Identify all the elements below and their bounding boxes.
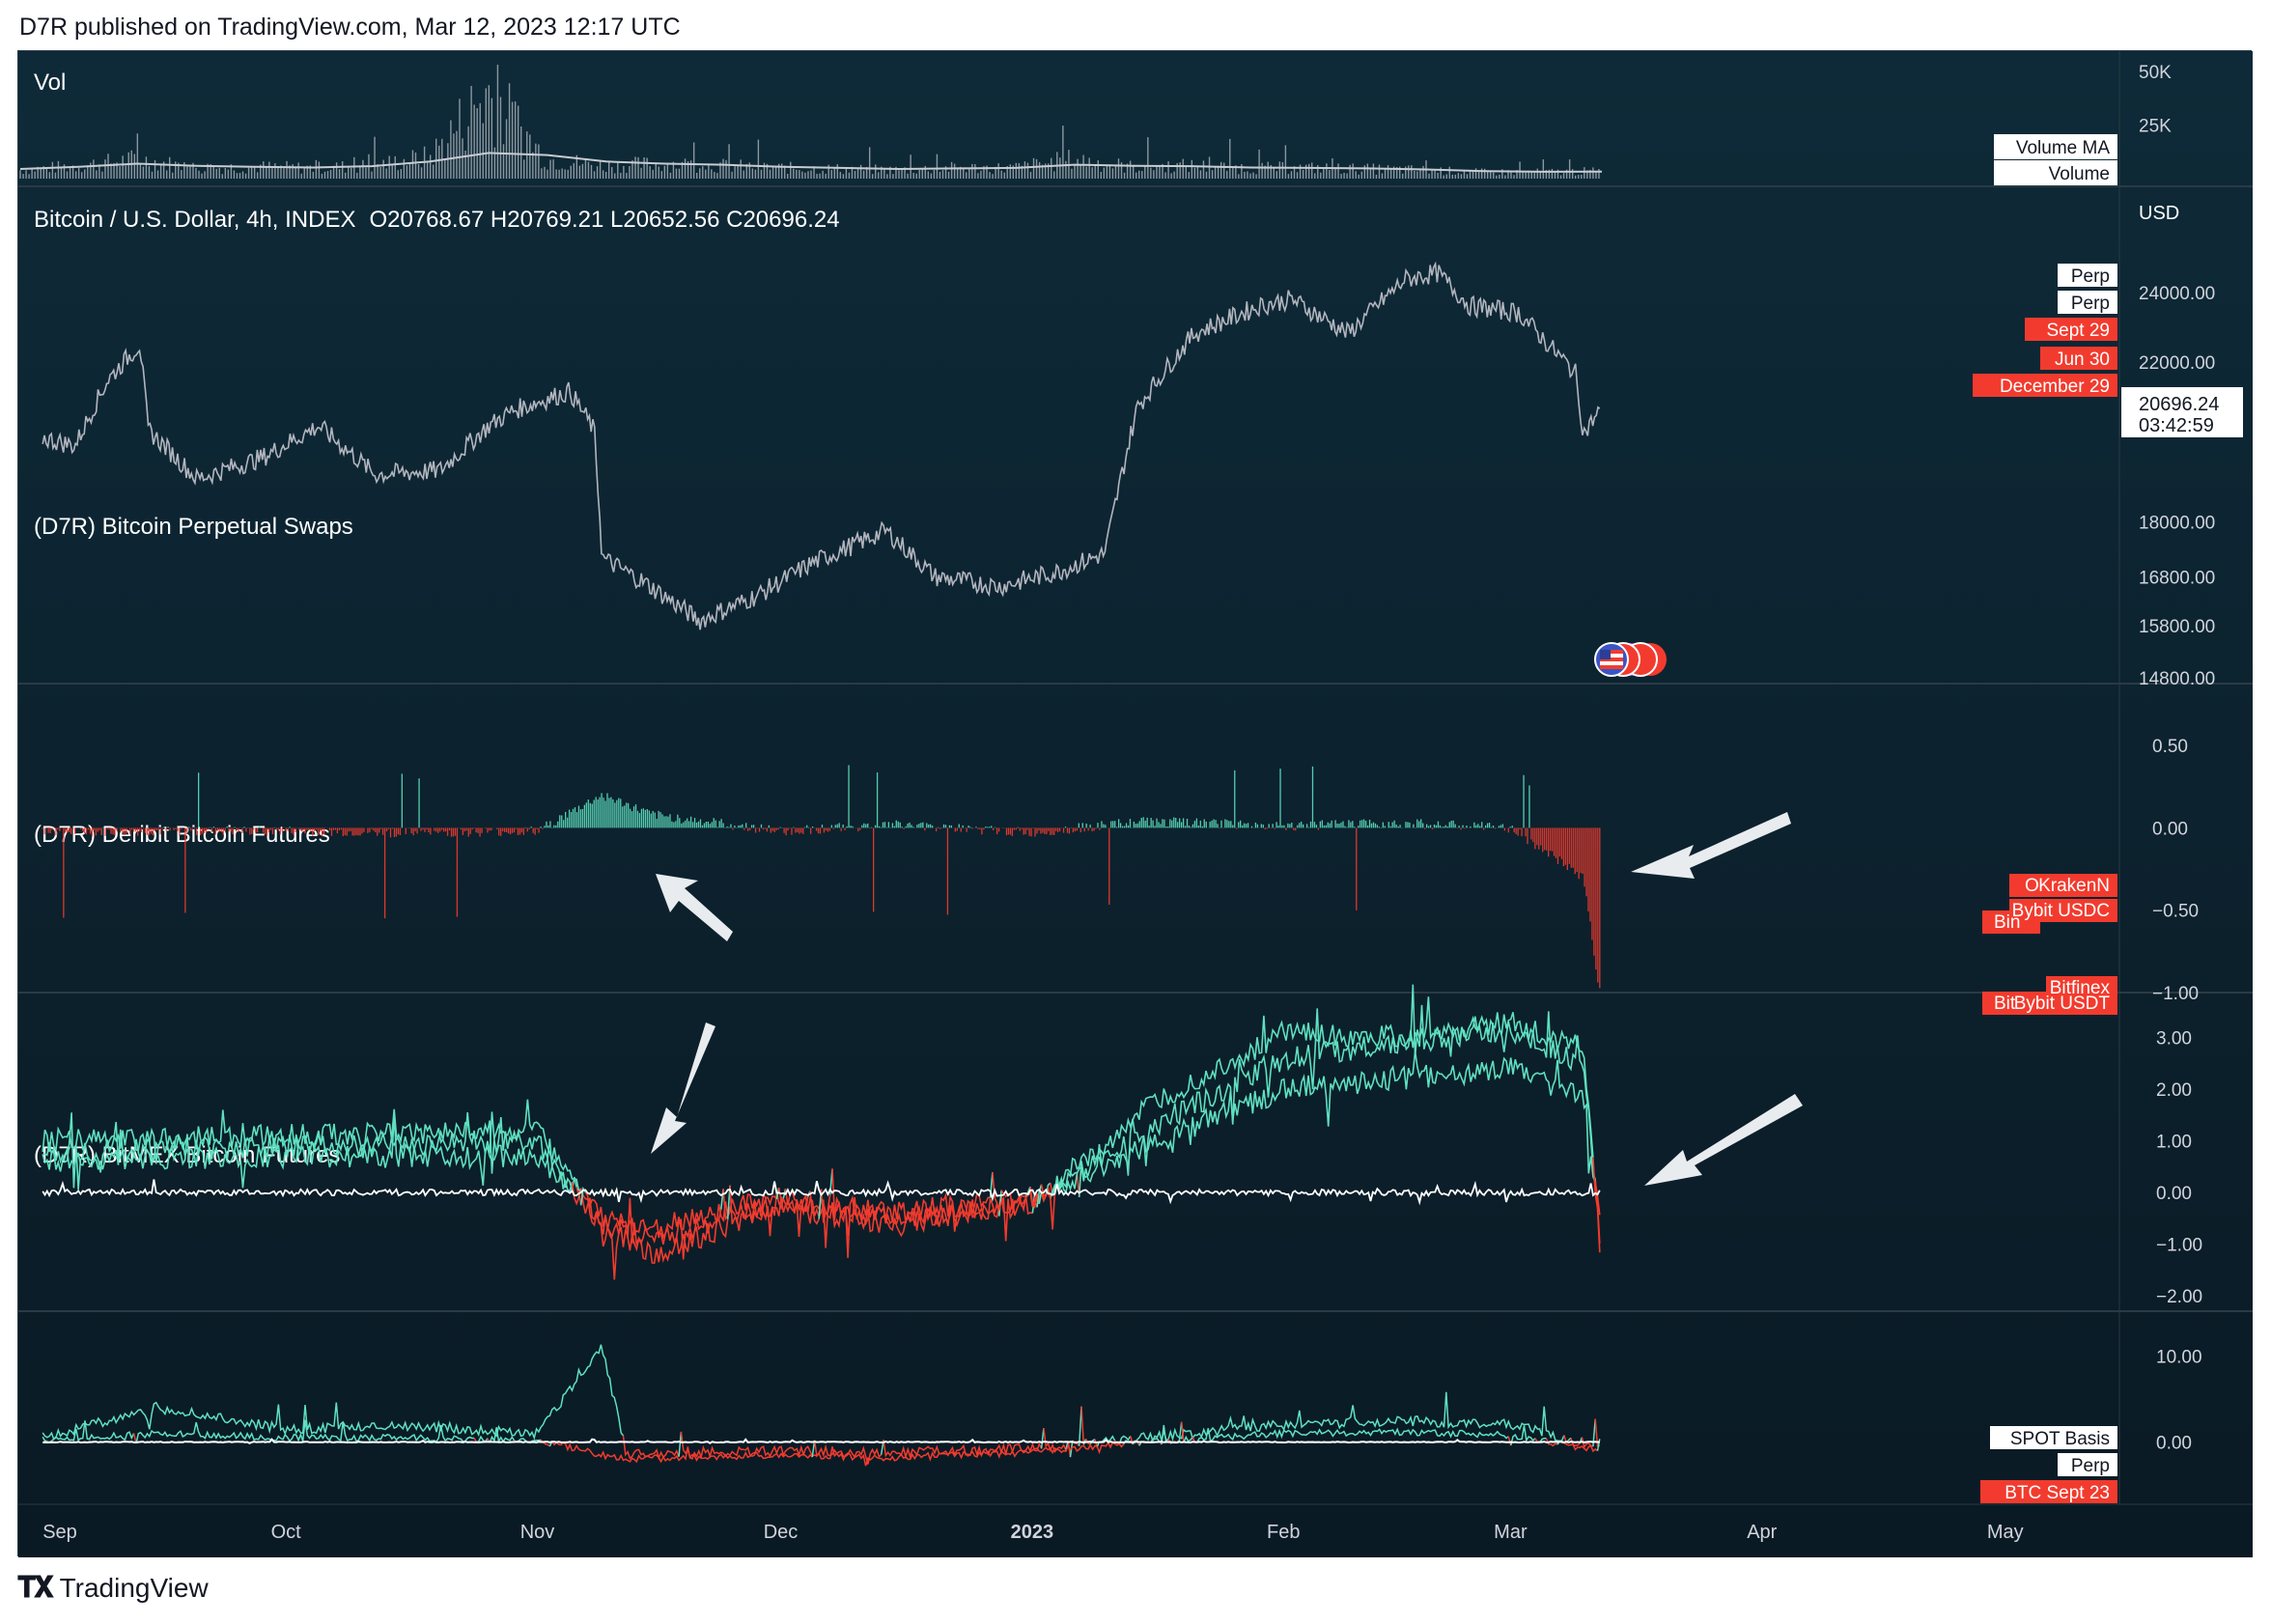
bitmex-legend-perp: Perp — [2071, 1456, 2110, 1476]
last-price-badge: 20696.24 03:42:59 — [2121, 387, 2243, 437]
price-tick-label: 16800.00 — [2139, 568, 2215, 588]
price-tick-label: 14800.00 — [2139, 669, 2215, 689]
deribit-legend-december-29: December 29 — [2000, 377, 2110, 397]
time-axis-label: Dec — [764, 1522, 799, 1543]
perp-tick-label: 0.50 — [2152, 737, 2188, 757]
time-axis-label: Apr — [1747, 1522, 1777, 1543]
deribit-legend-perp: Perp — [2071, 266, 2110, 287]
deribit-legend-perp: Perp — [2071, 294, 2110, 314]
deribit-tick-label: 2.00 — [2156, 1080, 2192, 1101]
deribit-legend-sept-29: Sept 29 — [2047, 321, 2111, 341]
volume-label: Volume — [2049, 164, 2110, 184]
perp-legend-bybit-usdt: Bybit USDT — [2014, 994, 2111, 1014]
price-tick-label: 22000.00 — [2139, 353, 2215, 374]
bitmex-legend-spot-basis: SPOT Basis — [2010, 1429, 2110, 1449]
tradingview-logo-icon: 𝐓𝐗 — [17, 1572, 54, 1604]
time-axis-label: Feb — [1267, 1522, 1300, 1543]
chart-svg[interactable]: Vol Bitcoin / U.S. Dollar, 4h, INDEX O207… — [18, 51, 2253, 1557]
perp-title: (D7R) Bitcoin Perpetual Swaps — [34, 514, 353, 540]
price-tick-label: 18000.00 — [2139, 513, 2215, 533]
deribit-tick-label: −1.00 — [2156, 1236, 2202, 1256]
vol-title: Vol — [34, 70, 66, 96]
footer-brand-name: TradingView — [59, 1573, 209, 1603]
price-tick-label: 15800.00 — [2139, 617, 2215, 637]
bitmex-legend-btc-sept-23: BTC Sept 23 — [2005, 1483, 2110, 1503]
time-axis-label: Oct — [271, 1522, 302, 1543]
bitmex-tick-label: 10.00 — [2156, 1348, 2202, 1368]
perp-tick-label: −1.00 — [2152, 984, 2199, 1004]
perp-legend-o: O — [2025, 876, 2039, 896]
deribit-title: (D7R) Deribit Bitcoin Futures — [34, 822, 330, 848]
price-ohlc: O20768.67 H20769.21 L20652.56 C20696.24 — [369, 207, 839, 233]
us-flag-icon — [1600, 650, 1623, 669]
perp-tick-label: −0.50 — [2152, 902, 2199, 922]
bitmex-tick-label: 0.00 — [2156, 1434, 2192, 1454]
perp-legend-bybit-usdc: Bybit USDC — [2012, 901, 2110, 921]
vol-tick-label: 25K — [2139, 117, 2172, 137]
volume-ma-label: Volume MA — [2016, 138, 2110, 158]
price-title: Bitcoin / U.S. Dollar, 4h, INDEX O20768.6… — [34, 207, 840, 233]
price-currency: USD — [2139, 203, 2179, 224]
footer-brand[interactable]: 𝐓𝐗 TradingView — [17, 1572, 209, 1605]
deribit-tick-label: 1.00 — [2156, 1133, 2192, 1153]
time-axis-label: Mar — [1494, 1522, 1528, 1543]
time-axis-label: May — [1987, 1522, 2024, 1543]
vol-tick-label: 50K — [2139, 63, 2172, 83]
perp-legend-krakenn: KrakenN — [2038, 876, 2110, 896]
time-axis-label: Nov — [520, 1522, 555, 1543]
deribit-legend-jun-30: Jun 30 — [2055, 350, 2110, 370]
deribit-tick-label: 0.00 — [2156, 1184, 2192, 1204]
publish-info: D7R published on TradingView.com, Mar 12… — [19, 14, 681, 41]
deribit-tick-label: 3.00 — [2156, 1029, 2192, 1050]
price-symbol: Bitcoin / U.S. Dollar, 4h, INDEX — [34, 207, 355, 233]
deribit-tick-label: −2.00 — [2156, 1287, 2202, 1307]
price-tick-label: 24000.00 — [2139, 284, 2215, 304]
chart-area[interactable]: Vol Bitcoin / U.S. Dollar, 4h, INDEX O207… — [17, 50, 2253, 1557]
perp-tick-label: 0.00 — [2152, 819, 2188, 839]
time-axis-label: Sep — [42, 1522, 77, 1543]
last-price: 20696.24 — [2139, 394, 2219, 415]
price-countdown: 03:42:59 — [2139, 415, 2214, 436]
time-axis-label: 2023 — [1011, 1522, 1054, 1543]
perp-legend-bit: Bit — [1994, 994, 2016, 1014]
